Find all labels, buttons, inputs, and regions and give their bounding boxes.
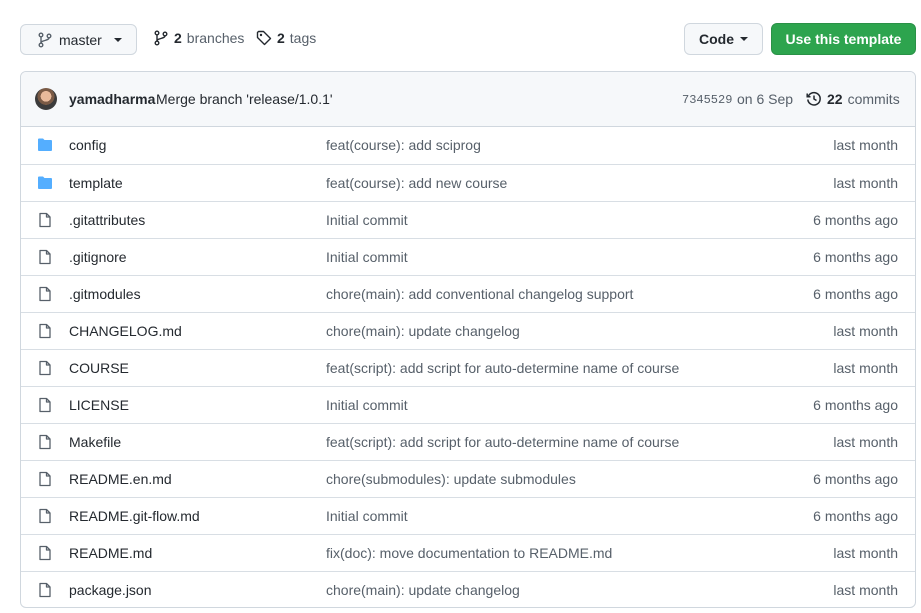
file-row: .gitignore Initial commit 6 months ago — [21, 238, 915, 275]
commit-message[interactable]: Merge branch 'release/1.0.1' — [156, 91, 333, 107]
file-commit-message-link[interactable]: chore(submodules): update submodules — [326, 471, 576, 487]
file-icon — [39, 360, 51, 376]
commits-link[interactable]: 22 commits — [806, 91, 900, 107]
code-button[interactable]: Code — [684, 23, 763, 55]
file-name-link[interactable]: LICENSE — [69, 397, 129, 413]
tags-count: 2 — [277, 30, 285, 46]
file-commit-age: 6 months ago — [813, 471, 898, 487]
file-commit-age: last month — [833, 545, 898, 561]
file-row: COURSE feat(script): add script for auto-… — [21, 349, 915, 386]
commit-date: on 6 Sep — [737, 91, 794, 107]
file-commit-message-link[interactable]: Initial commit — [326, 397, 408, 413]
file-commit-message-link[interactable]: feat(course): add new course — [326, 175, 507, 191]
file-icon — [39, 508, 51, 524]
file-name-link[interactable]: .gitignore — [69, 249, 127, 265]
file-icon — [39, 323, 51, 339]
file-name-link[interactable]: README.git-flow.md — [69, 508, 200, 524]
file-name-link[interactable]: template — [69, 175, 123, 191]
file-row: Makefile feat(script): add script for aut… — [21, 423, 915, 460]
branch-select-button[interactable]: master — [20, 24, 137, 55]
branch-name: master — [59, 31, 102, 48]
file-name-link[interactable]: .gitattributes — [69, 212, 145, 228]
file-commit-age: 6 months ago — [813, 286, 898, 302]
file-row: README.md fix(doc): move documentation to… — [21, 534, 915, 571]
file-row: README.en.md chore(submodules): update su… — [21, 460, 915, 497]
file-name-link[interactable]: .gitmodules — [69, 286, 141, 302]
file-commit-age: last month — [833, 360, 898, 376]
code-button-label: Code — [699, 31, 734, 47]
file-commit-message-link[interactable]: fix(doc): move documentation to README.m… — [326, 545, 612, 561]
file-commit-age: last month — [833, 137, 898, 153]
file-icon — [39, 545, 51, 561]
file-commit-message-link[interactable]: chore(main): update changelog — [326, 323, 520, 339]
file-row: CHANGELOG.md chore(main): update changelo… — [21, 312, 915, 349]
latest-commit-bar: yamadharma Merge branch 'release/1.0.1' … — [21, 72, 915, 127]
commits-label: commits — [847, 91, 900, 107]
file-row: .gitattributes Initial commit 6 months ago — [21, 201, 915, 238]
file-icon — [39, 212, 51, 228]
file-commit-age: 6 months ago — [813, 397, 898, 413]
branches-count: 2 — [174, 30, 182, 46]
file-name-link[interactable]: README.en.md — [69, 471, 172, 487]
file-commit-message-link[interactable]: Initial commit — [326, 212, 408, 228]
file-row: config feat(course): add sciprog last mont… — [21, 127, 915, 164]
commit-sha[interactable]: 7345529 — [682, 93, 732, 107]
tag-icon — [256, 30, 272, 46]
file-name-link[interactable]: package.json — [69, 582, 152, 598]
branches-label: branches — [186, 30, 245, 46]
tags-link[interactable]: 2 tags — [256, 30, 316, 46]
git-branch-icon — [154, 30, 168, 46]
file-row: package.json chore(main): update changelo… — [21, 571, 915, 607]
commits-count: 22 — [827, 91, 843, 107]
file-name-link[interactable]: CHANGELOG.md — [69, 323, 182, 339]
folder-icon — [38, 138, 52, 151]
folder-icon — [38, 176, 52, 189]
file-commit-message-link[interactable]: chore(main): update changelog — [326, 582, 520, 598]
file-commit-message-link[interactable]: feat(script): add script for auto-determ… — [326, 434, 679, 450]
avatar[interactable] — [35, 88, 57, 110]
file-commit-message-link[interactable]: Initial commit — [326, 249, 408, 265]
chevron-down-icon — [740, 37, 748, 41]
file-commit-age: last month — [833, 582, 898, 598]
chevron-down-icon — [113, 37, 122, 42]
use-template-button[interactable]: Use this template — [771, 23, 916, 55]
file-row: template feat(course): add new course last… — [21, 164, 915, 201]
file-icon — [39, 582, 51, 598]
file-row: .gitmodules chore(main): add conventional… — [21, 275, 915, 312]
file-browser: yamadharma Merge branch 'release/1.0.1' … — [20, 71, 916, 608]
file-commit-age: 6 months ago — [813, 508, 898, 524]
file-row: README.git-flow.md Initial commit 6 months… — [21, 497, 915, 534]
commit-author[interactable]: yamadharma — [69, 91, 155, 107]
file-commit-message-link[interactable]: feat(course): add sciprog — [326, 137, 481, 153]
tags-label: tags — [289, 30, 317, 46]
file-icon — [39, 434, 51, 450]
file-row: LICENSE Initial commit 6 months ago — [21, 386, 915, 423]
file-commit-age: last month — [833, 175, 898, 191]
file-commit-age: last month — [833, 323, 898, 339]
history-icon — [806, 91, 821, 106]
file-commit-message-link[interactable]: chore(main): add conventional changelog … — [326, 286, 633, 302]
file-commit-message-link[interactable]: Initial commit — [326, 508, 408, 524]
branches-link[interactable]: 2 branches — [153, 30, 244, 46]
file-icon — [39, 249, 51, 265]
file-list: config feat(course): add sciprog last mont… — [21, 127, 915, 607]
file-name-link[interactable]: config — [69, 137, 106, 153]
git-branch-icon — [38, 32, 52, 47]
file-name-link[interactable]: README.md — [69, 545, 152, 561]
file-commit-age: 6 months ago — [813, 249, 898, 265]
file-icon — [39, 471, 51, 487]
file-commit-message-link[interactable]: feat(script): add script for auto-determ… — [326, 360, 679, 376]
file-commit-age: last month — [833, 434, 898, 450]
file-commit-age: 6 months ago — [813, 212, 898, 228]
file-icon — [39, 286, 51, 302]
file-name-link[interactable]: Makefile — [69, 434, 121, 450]
file-name-link[interactable]: COURSE — [69, 360, 129, 376]
file-icon — [39, 397, 51, 413]
